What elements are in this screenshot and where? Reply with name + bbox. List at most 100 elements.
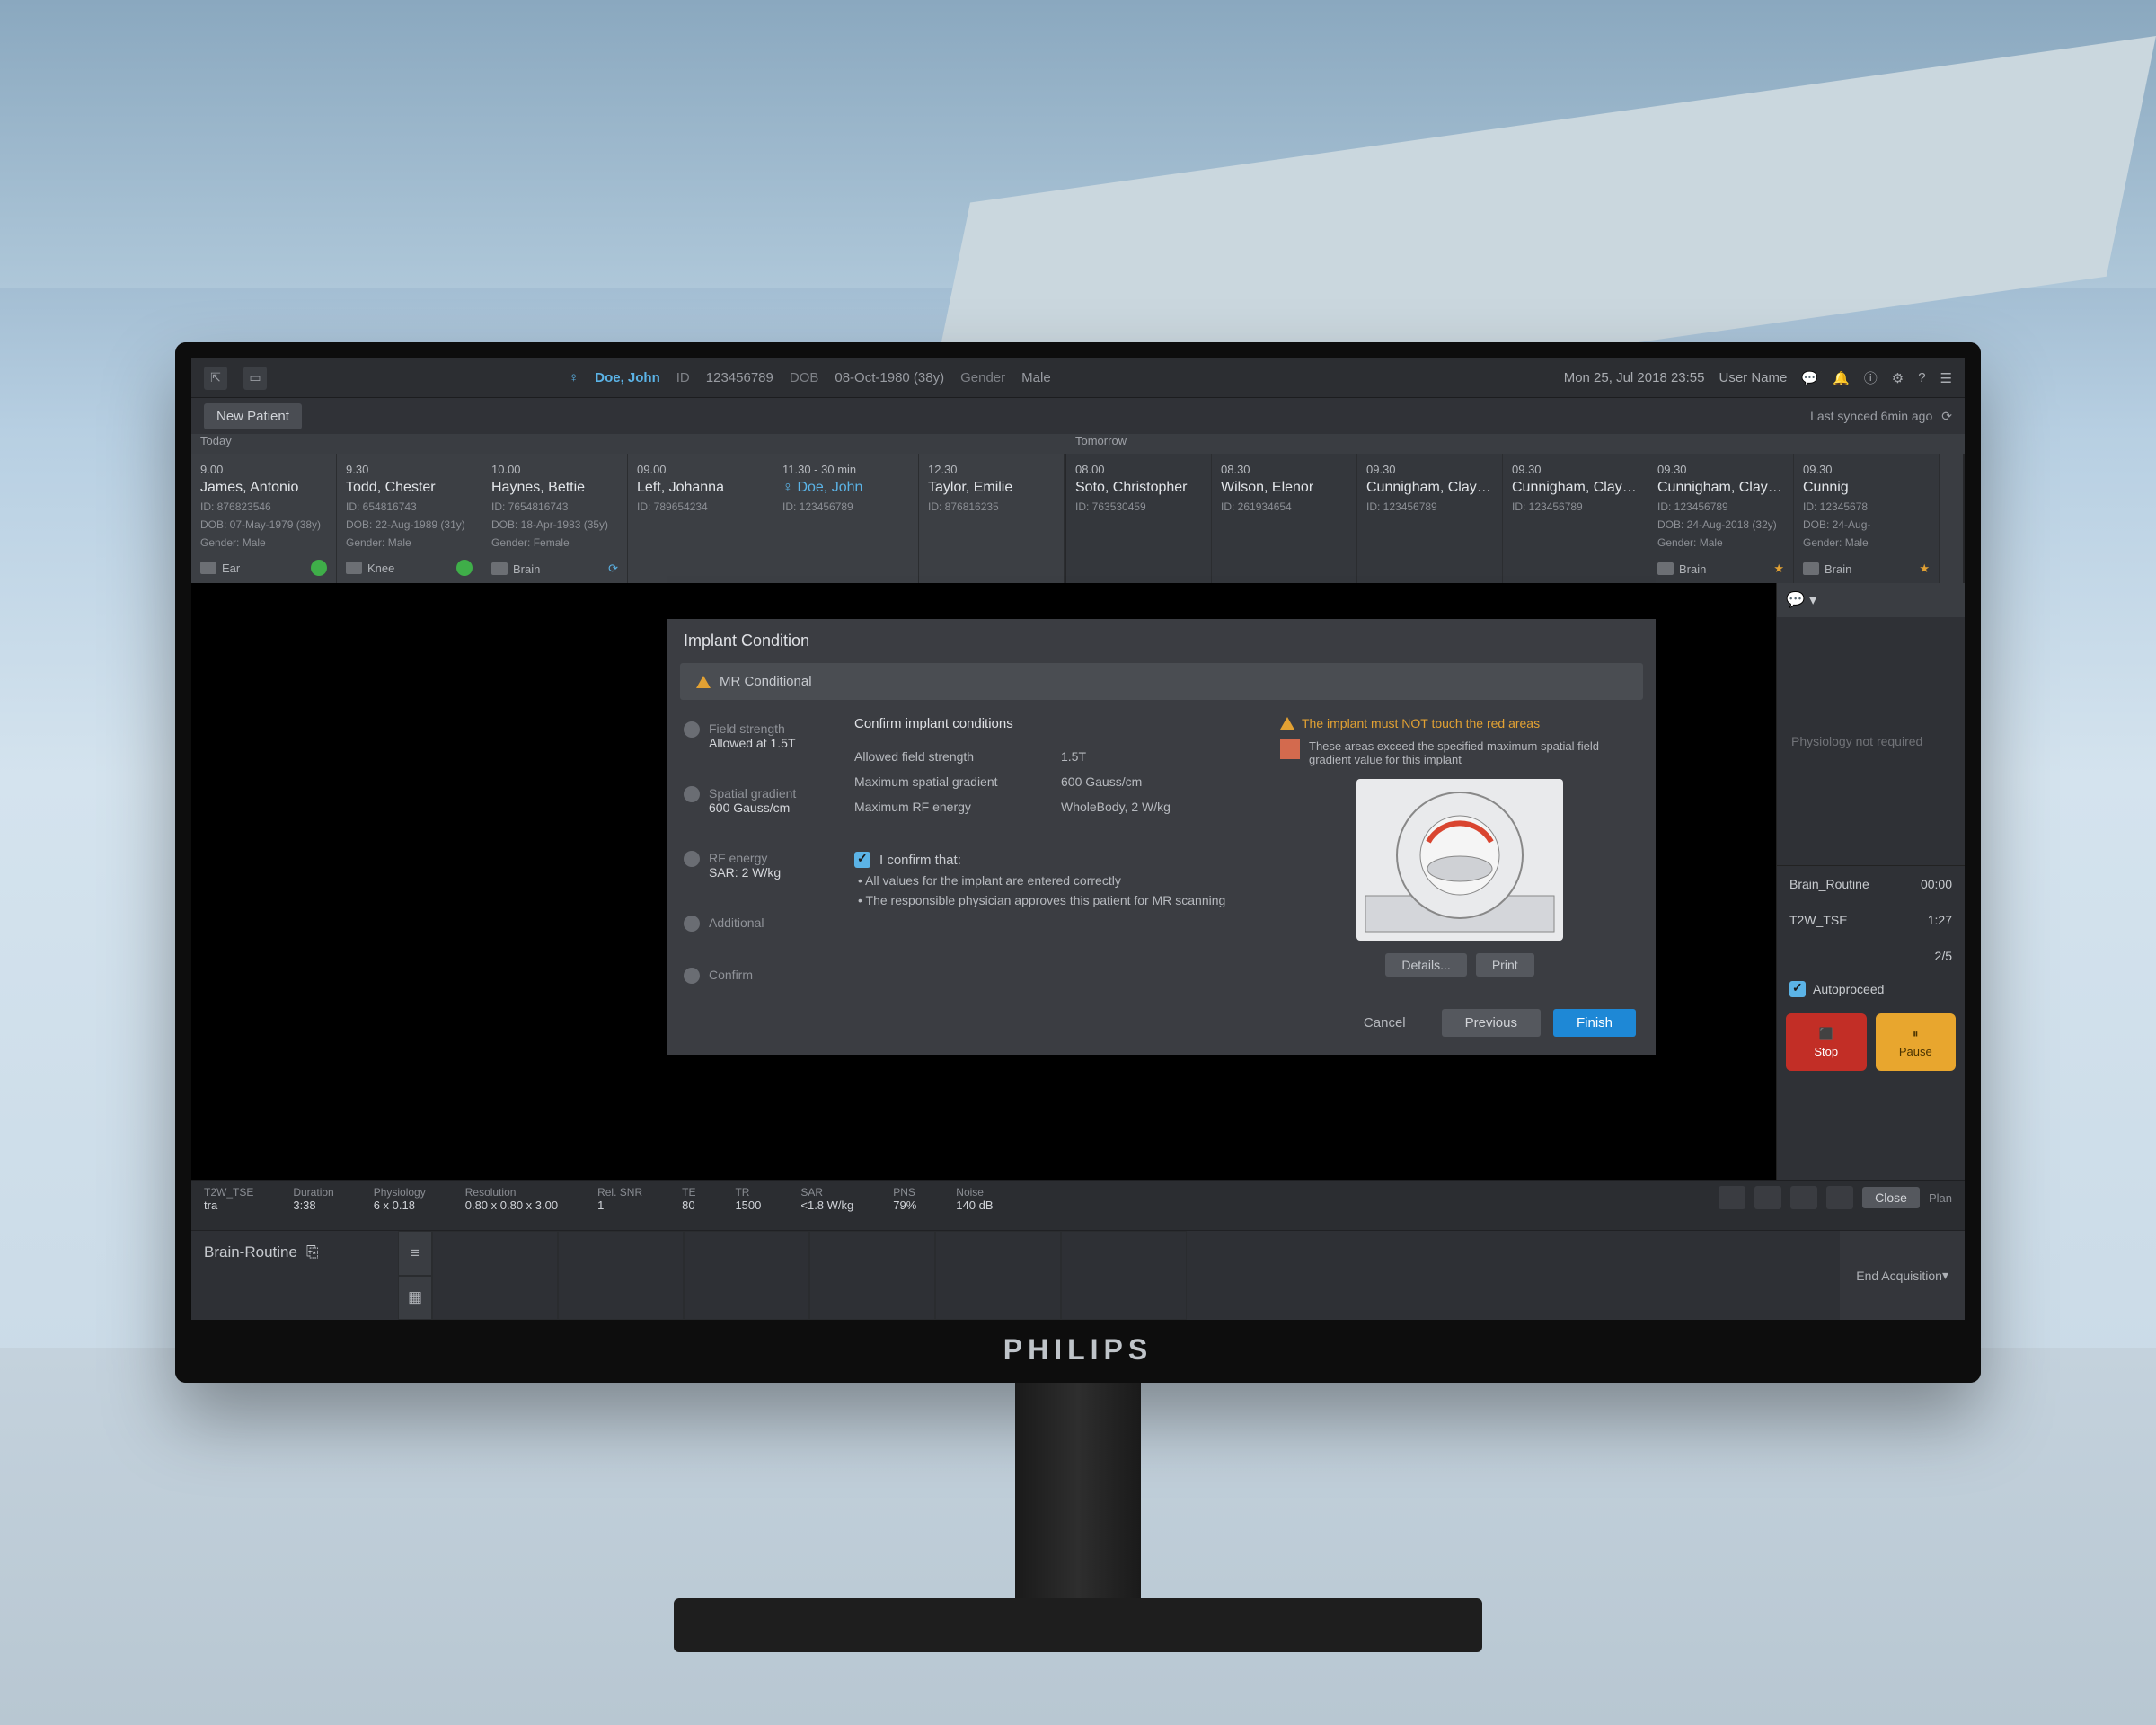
protocol-name: Brain-Routine — [204, 1243, 297, 1307]
right-rail: 💬 ▾ Physiology not required Brain_Routin… — [1776, 583, 1965, 1180]
tomorrow-label: Tomorrow — [1075, 434, 1127, 447]
monitor-stand — [1015, 1383, 1141, 1598]
dialog-step[interactable]: RF energySAR: 2 W/kg — [684, 851, 836, 880]
id-value: 123456789 — [706, 370, 773, 385]
schedule-card[interactable]: 11.30 - 30 min ♀ Doe, John ID: 123456789 — [773, 454, 919, 583]
chat-icon[interactable]: 💬 — [1801, 370, 1818, 386]
dialog-badge: MR Conditional — [680, 663, 1643, 700]
monitor: ⇱ ▭ ♀ Doe, John ID 123456789 DOB 08-Oct-… — [175, 342, 1981, 1383]
physiology-status: Physiology not required — [1777, 617, 1965, 865]
monitor-base — [674, 1598, 1482, 1652]
scan-parameters: T2W_TSEtra Duration3:38 Physiology6 x 0.… — [191, 1180, 1965, 1230]
seq2-time: 1:27 — [1928, 913, 1952, 927]
schedule-card[interactable]: 08.30 Wilson, Elenor ID: 261934654 — [1212, 454, 1357, 583]
last-sync-text: Last synced 6min ago — [1810, 409, 1932, 423]
autoproceed-label: Autoproceed — [1813, 982, 1884, 996]
dialog-kv-row: Maximum RF energyWholeBody, 2 W/kg — [854, 794, 1262, 819]
protocol-icon[interactable]: ⎘ — [306, 1243, 319, 1307]
schedule-card[interactable]: 09.00 Left, Johanna ID: 789654234 — [628, 454, 773, 583]
red-swatch — [1280, 739, 1300, 759]
refresh-icon[interactable]: ⟳ — [1941, 409, 1952, 424]
dialog-step[interactable]: Spatial gradient600 Gauss/cm — [684, 786, 836, 815]
schedule-card[interactable]: 08.00 Soto, Christopher ID: 763530459 — [1066, 454, 1212, 583]
sequence-slots[interactable] — [432, 1231, 1840, 1320]
implant-condition-dialog: Implant Condition MR Conditional Field s… — [667, 619, 1656, 1055]
header-bar: ⇱ ▭ ♀ Doe, John ID 123456789 DOB 08-Oct-… — [191, 358, 1965, 398]
dialog-main: Confirm implant conditions Allowed field… — [854, 716, 1262, 984]
details-button[interactable]: Details... — [1385, 953, 1466, 977]
info-icon[interactable]: ⓘ — [1864, 368, 1878, 387]
cancel-button[interactable]: Cancel — [1340, 1009, 1429, 1037]
plan-label[interactable]: Plan — [1929, 1191, 1952, 1205]
dialog-kv-row: Maximum spatial gradient600 Gauss/cm — [854, 769, 1262, 794]
schedule-card[interactable]: 10.00 Haynes, Bettie ID: 7654816743 DOB:… — [482, 454, 628, 583]
param-tool-4[interactable] — [1826, 1186, 1853, 1209]
previous-button[interactable]: Previous — [1442, 1009, 1541, 1037]
window-icon[interactable]: ▭ — [243, 367, 267, 390]
param-tool-2[interactable] — [1754, 1186, 1781, 1209]
app-screen: ⇱ ▭ ♀ Doe, John ID 123456789 DOB 08-Oct-… — [191, 358, 1965, 1320]
today-label: Today — [200, 434, 232, 447]
dob-value: 08-Oct-1980 (38y) — [835, 370, 944, 385]
footer-bar: Brain-Routine ⎘ ≡ ▦ End Acquisition ▾ — [191, 1230, 1965, 1320]
user-name[interactable]: User Name — [1719, 370, 1788, 385]
new-patient-button[interactable]: New Patient — [204, 403, 302, 429]
dialog-step[interactable]: Additional — [684, 916, 836, 932]
schedule-card[interactable]: 12.30 Taylor, Emilie ID: 876816235 — [919, 454, 1065, 583]
schedule-card[interactable]: 09.30 Cunnig ID: 12345678 DOB: 24-Aug- G… — [1794, 454, 1940, 583]
print-button[interactable]: Print — [1476, 953, 1534, 977]
seq-name: Brain_Routine — [1789, 877, 1869, 891]
dialog-right: The implant must NOT touch the red areas… — [1280, 716, 1639, 984]
dialog-step[interactable]: Confirm — [684, 968, 836, 984]
main-area: 💬 ▾ Physiology not required Brain_Routin… — [191, 583, 1965, 1180]
dob-label: DOB — [790, 370, 819, 385]
seq-count: 2/5 — [1935, 949, 1952, 963]
view-list-icon[interactable]: ≡ — [398, 1231, 432, 1276]
dialog-heading: Confirm implant conditions — [854, 716, 1262, 731]
schedule-card[interactable]: 9.30 Todd, Chester ID: 654816743 DOB: 22… — [337, 454, 482, 583]
confirm-checkbox[interactable] — [854, 852, 870, 868]
dialog-kv-row: Allowed field strength1.5T — [854, 744, 1262, 769]
param-tool-1[interactable] — [1719, 1186, 1745, 1209]
dialog-steps: Field strengthAllowed at 1.5T Spatial gra… — [684, 716, 836, 984]
schedule-card[interactable]: 9.00 James, Antonio ID: 876823546 DOB: 0… — [191, 454, 337, 583]
dialog-title: Implant Condition — [667, 619, 1656, 663]
seq-time: 00:00 — [1921, 877, 1952, 891]
help-icon[interactable]: ? — [1918, 370, 1925, 385]
stop-button[interactable]: ⬛Stop — [1786, 1013, 1867, 1071]
monitor-brand: PHILIPS — [175, 1333, 1981, 1367]
end-acquisition-button[interactable]: End Acquisition ▾ — [1840, 1231, 1965, 1320]
id-label: ID — [676, 370, 690, 385]
dialog-step[interactable]: Field strengthAllowed at 1.5T — [684, 721, 836, 750]
toolbar: New Patient Last synced 6min ago ⟳ — [191, 398, 1965, 434]
confirm-label: I confirm that: — [879, 853, 961, 868]
warning-icon — [696, 676, 711, 688]
finish-button[interactable]: Finish — [1553, 1009, 1636, 1037]
schedule-card[interactable]: 09.30 Cunnigham, Clayton ID: 123456789 D… — [1648, 454, 1794, 583]
notification-icon[interactable]: 🔔 — [1833, 370, 1850, 386]
datetime: Mon 25, Jul 2018 23:55 — [1564, 370, 1705, 385]
pin-icon[interactable]: ⇱ — [204, 367, 227, 390]
schedule-card[interactable]: 09.30 Cunnigham, Clayton ID: 123456789 — [1503, 454, 1648, 583]
scanner-illustration — [1356, 779, 1563, 941]
menu-icon[interactable]: ☰ — [1940, 370, 1952, 386]
schedule-card[interactable]: 09.30 Cunnigham, Clayton ID: 123456789 — [1357, 454, 1503, 583]
gender-label: Gender — [960, 370, 1005, 385]
view-grid-icon[interactable]: ▦ — [398, 1276, 432, 1321]
patient-icon: ♀ — [569, 370, 579, 385]
patient-name: Doe, John — [595, 370, 660, 385]
chat-dropdown[interactable]: 💬 ▾ — [1777, 583, 1965, 617]
warning-icon — [1280, 717, 1294, 730]
param-tool-3[interactable] — [1790, 1186, 1817, 1209]
confirm-bullet-1: • All values for the implant are entered… — [854, 868, 1262, 888]
gender-value: Male — [1021, 370, 1051, 385]
pause-button[interactable]: ⏸Pause — [1876, 1013, 1957, 1071]
confirm-bullet-2: • The responsible physician approves thi… — [854, 888, 1262, 907]
warn-text: The implant must NOT touch the red areas — [1302, 716, 1540, 730]
autoproceed-checkbox[interactable] — [1789, 981, 1806, 997]
close-button[interactable]: Close — [1862, 1187, 1920, 1208]
gear-icon[interactable]: ⚙ — [1892, 370, 1904, 386]
info-text: These areas exceed the specified maximum… — [1309, 739, 1639, 766]
seq2-name: T2W_TSE — [1789, 913, 1848, 927]
schedule-strip: Today 9.00 James, Antonio ID: 876823546 … — [191, 434, 1965, 583]
